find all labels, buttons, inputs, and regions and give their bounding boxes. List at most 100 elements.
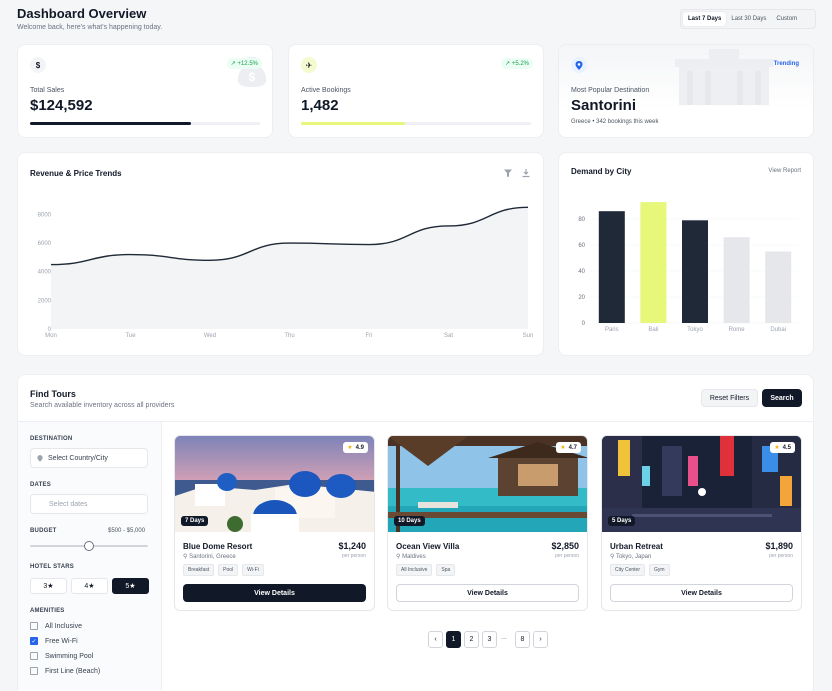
prev-page-button[interactable]: ‹ <box>428 631 443 648</box>
tour-name: Blue Dome Resort <box>183 542 253 551</box>
view-details-button[interactable]: View Details <box>183 584 366 602</box>
x-tick-label: Sat <box>444 333 453 339</box>
sales-progress-bar <box>30 122 260 125</box>
amenity-free-wifi[interactable]: ✓ Free Wi-Fi <box>30 637 78 645</box>
search-button[interactable]: Search <box>762 389 802 407</box>
x-tick-label: Fri <box>366 333 373 339</box>
budget-range-value: $500 - $5,000 <box>108 528 146 534</box>
dates-input[interactable]: Select dates <box>30 494 148 514</box>
destination-filter-label: DESTINATION <box>30 436 73 442</box>
bar-paris <box>598 211 625 323</box>
y-tick-label: 40 <box>578 269 585 275</box>
tour-card-ocean-view-villa[interactable]: ★ 4.7 10 Days Ocean View Villa ⚲ Maldives… <box>387 435 588 611</box>
y-tick-label: 2000 <box>38 298 52 304</box>
demand-bar-chart: 0 20 40 60 80 Paris Bali Tokyo Rome Dubai <box>578 202 799 333</box>
tag: Wi-Fi <box>242 564 264 576</box>
page-8-button[interactable]: 8 <box>515 631 530 648</box>
tour-tags: City Center Gym <box>610 564 670 576</box>
rating-badge: ★ 4.5 <box>770 442 795 453</box>
hotel-stars-label: HOTEL STARS <box>30 564 74 570</box>
star-4-button[interactable]: 4★ <box>71 578 108 594</box>
duration-badge: 7 Days <box>181 516 209 526</box>
tag: All Inclusive <box>396 564 433 576</box>
demand-chart-card: Demand by City View Report 0 20 40 60 80 Pari… <box>558 152 814 356</box>
x-tick-label: Rome <box>729 327 746 333</box>
bar-tokyo <box>682 220 708 323</box>
star-icon: ★ <box>347 445 353 451</box>
sales-value: $124,592 <box>30 97 93 114</box>
sales-change-badge: ↗ +12.5% <box>226 58 262 69</box>
popular-destination-card: Trending Most Popular Destination Santor… <box>558 44 814 138</box>
amenity-first-line-beach[interactable]: First Line (Beach) <box>30 667 100 675</box>
checkbox[interactable] <box>30 622 38 630</box>
trending-badge: Trending <box>773 61 799 67</box>
next-page-button[interactable]: › <box>533 631 548 648</box>
rating-value: 4.5 <box>782 444 791 451</box>
rating-value: 4.7 <box>568 444 577 451</box>
tour-price: $1,890 <box>765 541 793 551</box>
pagination-ellipsis: ... <box>501 634 507 641</box>
amenity-label: Swimming Pool <box>45 652 94 660</box>
checkbox[interactable] <box>30 667 38 675</box>
amenity-swimming-pool[interactable]: Swimming Pool <box>30 652 93 660</box>
range-custom[interactable]: Custom <box>771 12 802 26</box>
amenity-label: All Inclusive <box>45 622 82 630</box>
x-tick-label: Thu <box>284 333 294 339</box>
checkbox-checked[interactable]: ✓ <box>30 637 38 645</box>
page-subtitle: Welcome back, here's what's happening to… <box>17 24 163 31</box>
page-3-button[interactable]: 3 <box>482 631 497 648</box>
amenities-label: AMENITIES <box>30 608 65 614</box>
page-1-button[interactable]: 1 <box>446 631 461 648</box>
page-2-button[interactable]: 2 <box>464 631 479 648</box>
chevron-left-icon: ‹ <box>434 636 437 643</box>
tour-location: ⚲ Maldives <box>396 553 426 560</box>
map-pin-icon: ⚲ <box>610 554 615 560</box>
checkbox[interactable] <box>30 652 38 660</box>
tag: Gym <box>649 564 670 576</box>
destination-select-value: Select Country/City <box>48 454 108 462</box>
svg-text:$: $ <box>249 70 256 84</box>
tour-card-blue-dome-resort[interactable]: ★ 4.9 7 Days Blue Dome Resort ⚲ Santorini… <box>174 435 375 611</box>
sales-label: Total Sales <box>30 87 65 94</box>
tour-price-unit: per person <box>769 553 793 559</box>
reset-filters-button[interactable]: Reset Filters <box>701 389 758 407</box>
amenity-all-inclusive[interactable]: All Inclusive <box>30 622 82 630</box>
view-details-button[interactable]: View Details <box>396 584 579 602</box>
tag: Pool <box>218 564 239 576</box>
y-tick-label: 20 <box>578 295 585 301</box>
bar-rome <box>723 237 750 323</box>
tour-price-unit: per person <box>342 553 366 559</box>
bookings-value: 1,482 <box>301 97 339 114</box>
star-5-button[interactable]: 5★ <box>112 578 149 594</box>
bar-bali <box>640 202 667 323</box>
rating-value: 4.9 <box>355 444 364 451</box>
x-tick-label: Wed <box>204 333 216 339</box>
tour-card-urban-retreat[interactable]: ★ 4.5 5 Days Urban Retreat ⚲ Tokyo, Japan… <box>601 435 802 611</box>
dates-filter-label: DATES <box>30 482 51 488</box>
y-tick-label: 4000 <box>38 270 52 276</box>
view-details-button[interactable]: View Details <box>610 584 793 602</box>
tag: Breakfast <box>183 564 215 576</box>
tour-name: Ocean View Villa <box>396 542 460 551</box>
destination-select[interactable]: Select Country/City <box>30 448 148 468</box>
tour-tags: Breakfast Pool Wi-Fi <box>183 564 264 576</box>
active-bookings-card: ✈ ↗ +5.2% Active Bookings 1,482 <box>288 44 544 138</box>
rating-badge: ★ 4.9 <box>343 442 368 453</box>
range-last-30-days[interactable]: Last 30 Days <box>726 12 771 26</box>
range-last-7-days[interactable]: Last 7 Days <box>683 12 727 26</box>
bookings-progress-bar <box>301 122 531 125</box>
star-icon: ★ <box>560 445 566 451</box>
x-tick-label: Dubai <box>770 327 786 333</box>
plane-icon: ✈ <box>301 57 317 73</box>
map-pin-icon <box>571 57 587 73</box>
date-range-toggle: Last 7 Days Last 30 Days Custom <box>680 9 816 29</box>
destination-value: Santorini <box>571 97 637 114</box>
page-title: Dashboard Overview <box>17 6 147 21</box>
x-tick-label: Sun <box>523 333 534 339</box>
y-tick-label: 80 <box>578 217 585 223</box>
chevron-right-icon: › <box>539 636 542 643</box>
star-3-button[interactable]: 3★ <box>30 578 67 594</box>
budget-filter-label: BUDGET <box>30 528 57 534</box>
tour-location: ⚲ Tokyo, Japan <box>610 553 651 560</box>
budget-slider-thumb[interactable] <box>84 541 94 551</box>
